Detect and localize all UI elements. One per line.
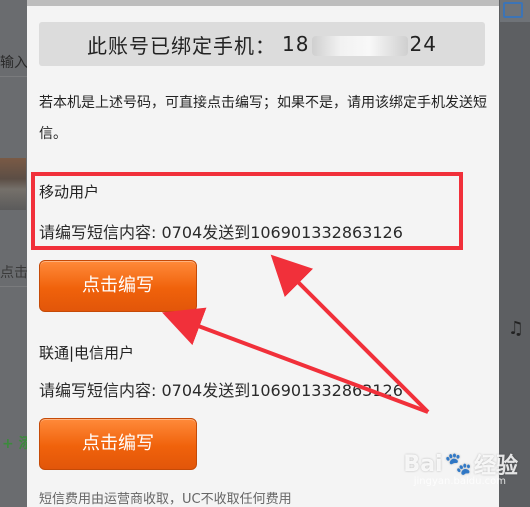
- arrow-to-button: [162, 307, 429, 414]
- watermark-brand-left: Bai: [403, 451, 443, 477]
- annotation-arrows: [162, 254, 430, 414]
- arrow-to-highlight: [270, 254, 430, 414]
- paw-icon: 🐾: [444, 451, 472, 477]
- watermark-url: jingyan.baidu.com: [413, 476, 506, 487]
